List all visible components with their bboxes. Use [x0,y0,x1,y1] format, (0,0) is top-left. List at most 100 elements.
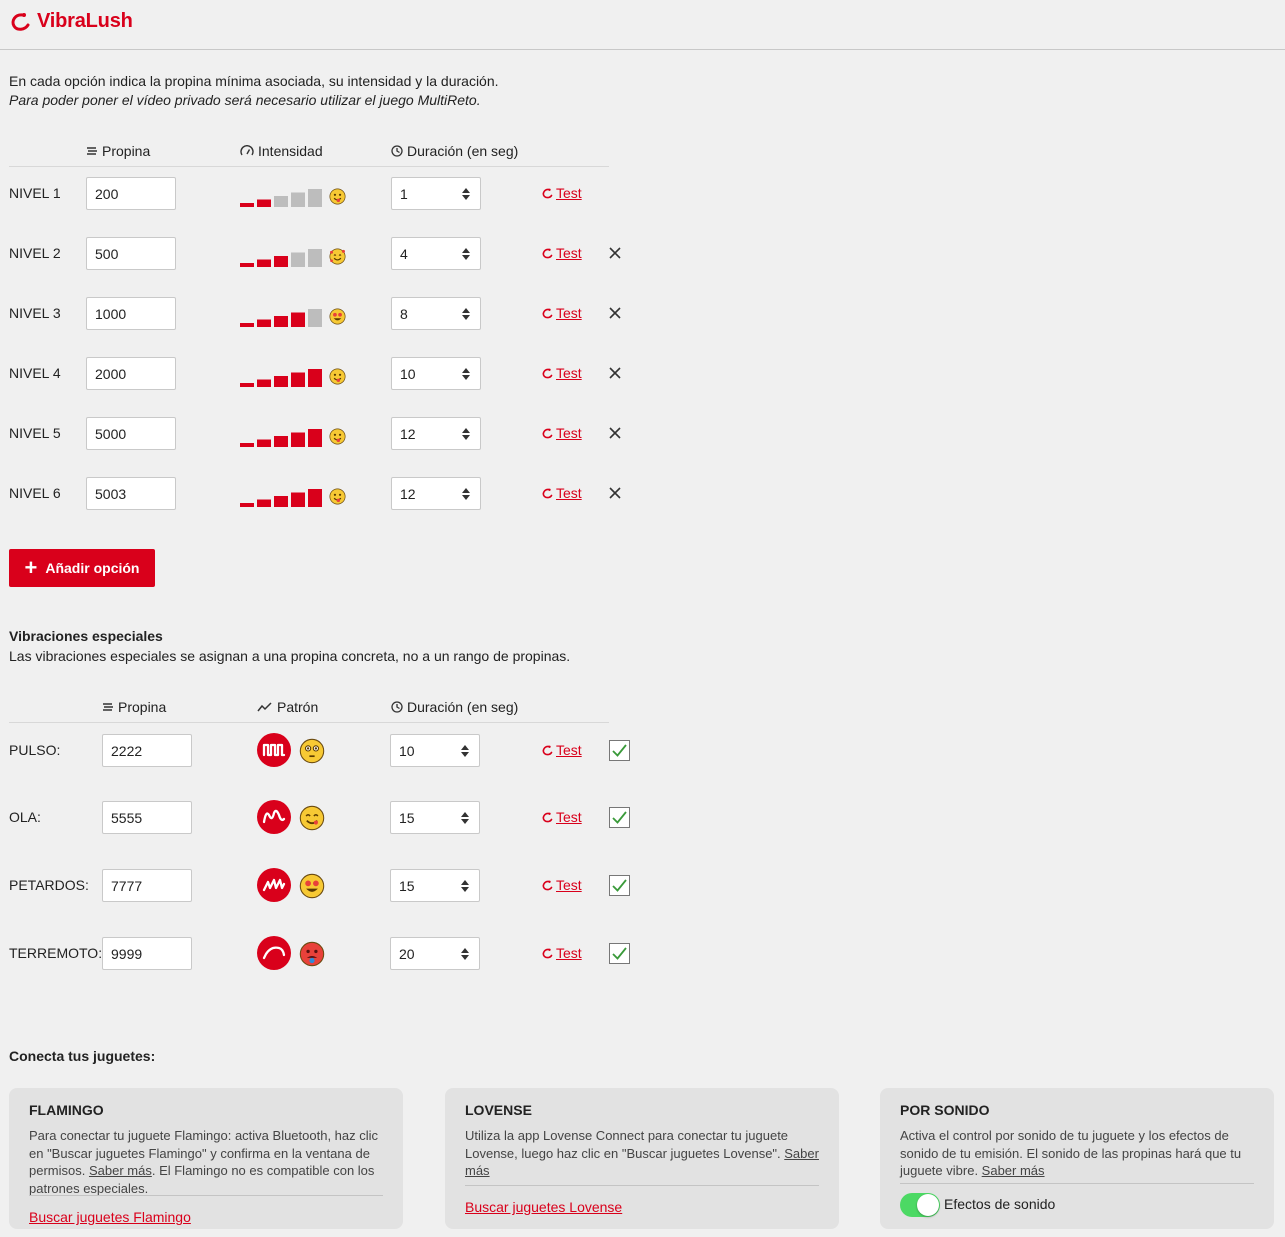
intensity-column-header: Intensidad [240,143,323,159]
intensity-bar [291,252,305,267]
remove-level-button[interactable] [609,246,621,259]
special-tip-input[interactable] [102,869,192,902]
remove-level-button[interactable] [609,366,621,379]
intensity-bar [291,192,305,207]
tip-input[interactable] [86,477,176,510]
test-label: Test [556,945,582,961]
test-link[interactable]: Test [542,425,582,441]
remove-level-button[interactable] [609,306,621,319]
duration-input[interactable]: 12 [391,417,481,450]
test-link[interactable]: Test [542,742,582,758]
sound-learn-more-link[interactable]: Saber más [982,1163,1045,1178]
special-duration-input[interactable]: 20 [390,937,480,970]
tip-input[interactable] [86,297,176,330]
test-label: Test [556,185,582,201]
duration-spinner[interactable] [461,879,469,893]
search-flamingo-link[interactable]: Buscar juguetes Flamingo [29,1209,191,1225]
special-label: PETARDOS: [9,877,89,893]
test-link[interactable]: Test [542,245,582,261]
special-duration-input[interactable]: 15 [390,869,480,902]
duration-input[interactable]: 4 [391,237,481,270]
duration-spinner[interactable] [461,947,469,961]
enable-checkbox[interactable] [609,943,630,964]
intensity-bars [240,309,322,327]
intensity-bar [257,319,271,327]
duration-value: 15 [399,810,415,826]
intensity-bar [257,379,271,387]
test-label: Test [556,305,582,321]
intensity-bars [240,369,322,387]
level-row: NIVEL 1 1 Test [9,177,649,211]
enable-checkbox[interactable] [609,875,630,896]
duration-spinner[interactable] [462,427,470,441]
vibralush-small-icon [542,368,553,378]
enable-checkbox[interactable] [609,740,630,761]
sound-title: POR SONIDO [900,1102,990,1118]
intensity-bar [240,263,254,267]
special-duration-input[interactable]: 10 [390,734,480,767]
special-tip-input[interactable] [102,801,192,834]
duration-spinner[interactable] [462,307,470,321]
special-tip-input[interactable] [102,937,192,970]
special-label: TERREMOTO: [9,945,103,961]
intensity-bar [291,432,305,447]
test-link[interactable]: Test [542,185,582,201]
duration-spinner[interactable] [462,247,470,261]
vibralush-small-icon [542,880,553,890]
test-link[interactable]: Test [542,877,582,893]
trend-icon [257,702,272,712]
flamingo-description: Para conectar tu juguete Flamingo: activ… [29,1128,379,1196]
remove-level-button[interactable] [609,426,621,439]
vibralush-small-icon [542,308,553,318]
tip-input[interactable] [86,417,176,450]
special-duration-input[interactable]: 15 [390,801,480,834]
duration-input[interactable]: 10 [391,357,481,390]
pattern-button[interactable] [257,733,291,767]
flamingo-learn-more-link[interactable]: Saber más [89,1163,152,1178]
duration-input[interactable]: 1 [391,177,481,210]
duration-input[interactable]: 12 [391,477,481,510]
zany-face-icon [329,368,346,385]
level-label: NIVEL 2 [9,245,61,261]
pattern-button[interactable] [257,868,291,902]
tip-input[interactable] [86,237,176,270]
duration-value: 10 [400,366,416,382]
tip-input[interactable] [86,357,176,390]
test-label: Test [556,809,582,825]
test-link[interactable]: Test [542,945,582,961]
duration-spinner[interactable] [462,487,470,501]
duration-spinner[interactable] [461,811,469,825]
pattern-button[interactable] [257,936,291,970]
duration-spinner[interactable] [462,367,470,381]
test-link[interactable]: Test [542,305,582,321]
intensity-emoji [329,308,346,328]
duration-input[interactable]: 8 [391,297,481,330]
enable-checkbox[interactable] [609,807,630,828]
spinner-arrows-icon [462,188,470,200]
gauge-icon [240,145,254,156]
zany-face-icon [329,428,346,445]
intensity-emoji [329,188,346,208]
clock-icon [391,145,403,157]
sound-effects-toggle[interactable] [900,1193,940,1217]
coins-icon [103,703,113,711]
test-link[interactable]: Test [542,809,582,825]
pattern-button[interactable] [257,800,291,834]
tip-input[interactable] [86,177,176,210]
remove-level-button[interactable] [609,486,621,499]
special-tip-input[interactable] [102,734,192,767]
intensity-bars [240,489,322,507]
flamingo-card: FLAMINGO Para conectar tu juguete Flamin… [9,1088,403,1229]
firecracker-pattern-icon [262,878,286,892]
duration-spinner[interactable] [462,187,470,201]
duration-spinner[interactable] [461,744,469,758]
test-link[interactable]: Test [542,365,582,381]
divider [900,1183,1254,1184]
test-link[interactable]: Test [542,485,582,501]
search-lovense-link[interactable]: Buscar juguetes Lovense [465,1199,622,1215]
star-struck-face-icon [299,873,325,899]
intensity-bar [257,259,271,267]
intensity-bars [240,249,322,267]
checkmark-icon [612,811,627,824]
add-option-button[interactable]: + Añadir opción [9,549,155,587]
